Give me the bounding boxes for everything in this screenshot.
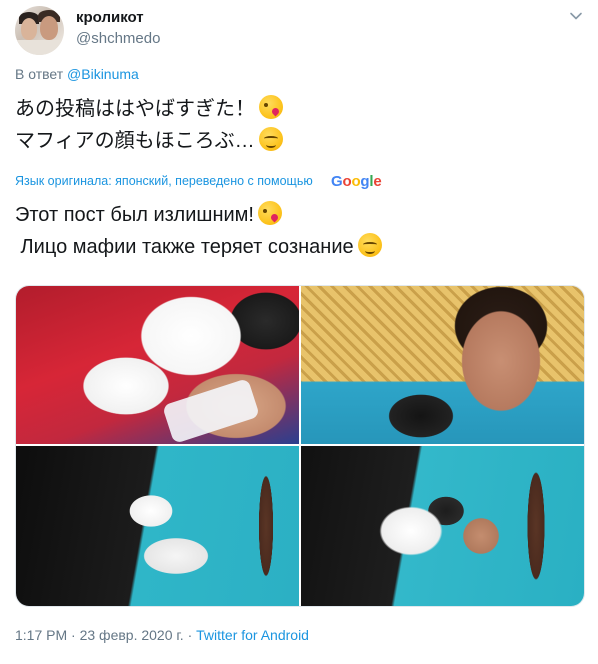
photo-4[interactable] [301,446,584,606]
translated-line-1: Этот пост был излишним! [15,204,254,226]
footer-separator: · [67,627,80,643]
original-line-1: あの投稿ははやばすぎた！ [15,98,255,120]
translation-notice[interactable]: Язык оригинала: японский, переведено с п… [15,174,313,188]
kissing-face-icon [259,95,283,119]
relieved-face-icon [258,127,283,151]
translated-line-2: Лицо мафии также теряет сознание [15,236,354,258]
tweet-time[interactable]: 1:17 PM [15,627,67,643]
photo-1[interactable] [16,286,299,444]
tweet-translated-text: Этот пост был излишним! Лицо мафии также… [15,199,382,263]
reply-context: В ответ @Bikinuma [15,66,139,82]
relieved-face-icon [357,233,382,257]
tweet-footer: 1:17 PM · 23 февр. 2020 г. · Twitter for… [15,627,309,643]
photo-2[interactable] [301,286,584,444]
chevron-down-icon[interactable] [568,8,584,24]
original-line-2: マフィアの顔もほころぶ… [15,130,255,152]
tweet-original-text: あの投稿ははやばすぎた！ マフィアの顔もほころぶ… [15,93,283,157]
author-name[interactable]: кроликот [76,9,144,26]
footer-separator: · [183,627,197,643]
author-handle[interactable]: @shchmedo [76,30,160,47]
google-logo: Google [331,173,382,190]
source-app-link[interactable]: Twitter for Android [196,627,309,643]
reply-to-link[interactable]: @Bikinuma [67,66,139,82]
photo-3[interactable] [16,446,299,606]
kissing-face-icon [257,201,282,225]
reply-prefix: В ответ [15,66,64,82]
tweet-date[interactable]: 23 февр. 2020 г. [80,627,184,643]
media-grid [15,285,585,607]
author-avatar[interactable] [15,6,64,55]
